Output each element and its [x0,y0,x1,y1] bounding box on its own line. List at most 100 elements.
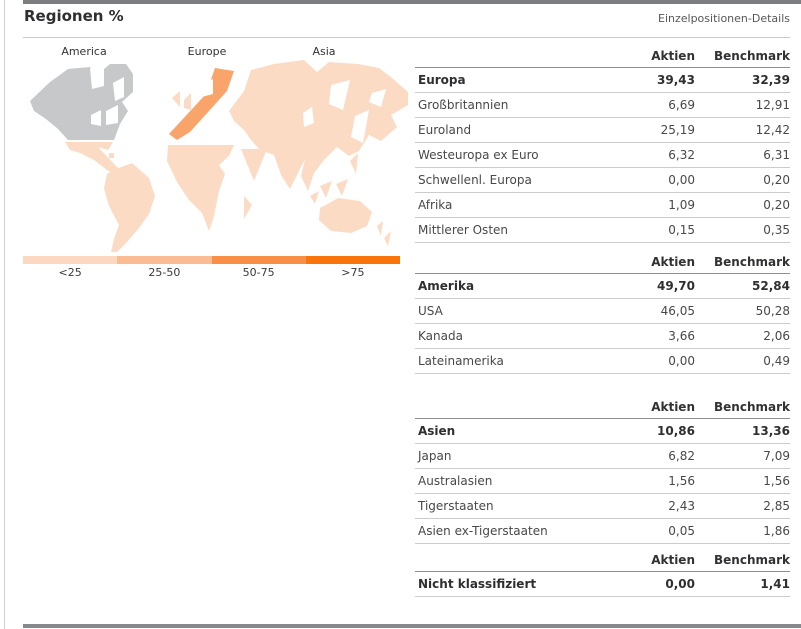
table-nicht-klassifiziert: AktienBenchmarkNicht klassifiziert0,001,… [415,549,790,597]
table-row: USA46,0550,28 [415,299,790,324]
map-region-australia [319,198,391,246]
legend-segment-2 [212,256,306,264]
header-spacer [415,63,610,67]
row-label: Europa [415,73,610,87]
row-aktien-value: 0,00 [610,173,695,187]
table-row: Kanada3,662,06 [415,324,790,349]
page-title: Regionen % [24,7,124,25]
column-header-aktien: Aktien [610,255,695,273]
legend-label-2: 50-75 [212,266,306,279]
table-row: Asien ex-Tigerstaaten0,051,86 [415,519,790,544]
row-label: Japan [415,449,610,463]
row-label: Großbritannien [415,98,610,112]
table-row: Lateinamerika0,000,49 [415,349,790,374]
bottom-divider-bar [23,624,801,628]
world-map [20,55,410,255]
row-label: Lateinamerika [415,354,610,368]
map-region-africa [167,145,267,231]
row-benchmark-value: 52,84 [695,279,790,293]
row-aktien-value: 0,00 [610,577,695,591]
row-aktien-value: 0,00 [610,354,695,368]
row-label: USA [415,304,610,318]
table-row: Afrika1,090,20 [415,193,790,218]
map-region-north-america [30,64,133,140]
row-label: Afrika [415,198,610,212]
legend-segment-3 [306,256,400,264]
header-spacer [415,414,610,418]
table-header-row: AktienBenchmark [415,45,790,68]
row-label: Australasien [415,474,610,488]
row-aktien-value: 46,05 [610,304,695,318]
table-row: Australasien1,561,56 [415,469,790,494]
row-benchmark-value: 0,20 [695,198,790,212]
row-benchmark-value: 2,85 [695,499,790,513]
row-aktien-value: 0,15 [610,223,695,237]
row-aktien-value: 1,09 [610,198,695,212]
row-label: Nicht klassifiziert [415,577,610,591]
table-row: Nicht klassifiziert0,001,41 [415,572,790,597]
legend-segment-1 [117,256,211,264]
row-aktien-value: 6,82 [610,449,695,463]
row-benchmark-value: 1,86 [695,524,790,538]
row-benchmark-value: 32,39 [695,73,790,87]
row-benchmark-value: 6,31 [695,148,790,162]
row-label: Amerika [415,279,610,293]
column-header-benchmark: Benchmark [695,49,790,67]
map-region-west-europe-isles [172,91,191,110]
legend-label-3: >75 [306,266,400,279]
row-label: Kanada [415,329,610,343]
legend-label-0: <25 [23,266,117,279]
table-row: Westeuropa ex Euro6,326,31 [415,143,790,168]
column-header-aktien: Aktien [610,553,695,571]
table-row: Europa39,4332,39 [415,68,790,93]
table-row: Euroland25,1912,42 [415,118,790,143]
row-aktien-value: 39,43 [610,73,695,87]
map-legend-labels: <2525-5050-75>75 [23,266,400,279]
column-header-benchmark: Benchmark [695,255,790,273]
row-label: Euroland [415,123,610,137]
row-label: Westeuropa ex Euro [415,148,610,162]
row-label: Asien [415,424,610,438]
row-aktien-value: 10,86 [610,424,695,438]
legend-label-1: 25-50 [117,266,211,279]
legend-segment-0 [23,256,117,264]
row-aktien-value: 6,32 [610,148,695,162]
row-benchmark-value: 13,36 [695,424,790,438]
header-spacer [415,567,610,571]
row-label: Schwellenl. Europa [415,173,610,187]
table-asien: AktienBenchmarkAsien10,8613,36Japan6,827… [415,396,790,544]
row-benchmark-value: 0,35 [695,223,790,237]
column-header-aktien: Aktien [610,49,695,67]
details-link[interactable]: Einzelpositionen-Details [658,12,790,25]
column-header-benchmark: Benchmark [695,400,790,418]
row-aktien-value: 1,56 [610,474,695,488]
column-header-benchmark: Benchmark [695,553,790,571]
table-header-row: AktienBenchmark [415,549,790,572]
table-header-row: AktienBenchmark [415,396,790,419]
row-benchmark-value: 12,42 [695,123,790,137]
table-row: Schwellenl. Europa0,000,20 [415,168,790,193]
table-header-row: AktienBenchmark [415,251,790,274]
table-row: Asien10,8613,36 [415,419,790,444]
table-row: Großbritannien6,6912,91 [415,93,790,118]
table-row: Mittlerer Osten0,150,35 [415,218,790,243]
row-label: Mittlerer Osten [415,223,610,237]
row-benchmark-value: 0,20 [695,173,790,187]
table-row: Japan6,827,09 [415,444,790,469]
row-aktien-value: 49,70 [610,279,695,293]
map-region-latin-america [65,142,155,252]
row-benchmark-value: 7,09 [695,449,790,463]
row-aktien-value: 0,05 [610,524,695,538]
row-benchmark-value: 1,56 [695,474,790,488]
table-europa: AktienBenchmarkEuropa39,4332,39Großbrita… [415,45,790,243]
column-header-aktien: Aktien [610,400,695,418]
row-aktien-value: 25,19 [610,123,695,137]
top-divider-bar [23,0,801,4]
row-aktien-value: 6,69 [610,98,695,112]
row-label: Tigerstaaten [415,499,610,513]
row-benchmark-value: 0,49 [695,354,790,368]
row-aktien-value: 2,43 [610,499,695,513]
row-benchmark-value: 1,41 [695,577,790,591]
row-benchmark-value: 50,28 [695,304,790,318]
table-row: Amerika49,7052,84 [415,274,790,299]
